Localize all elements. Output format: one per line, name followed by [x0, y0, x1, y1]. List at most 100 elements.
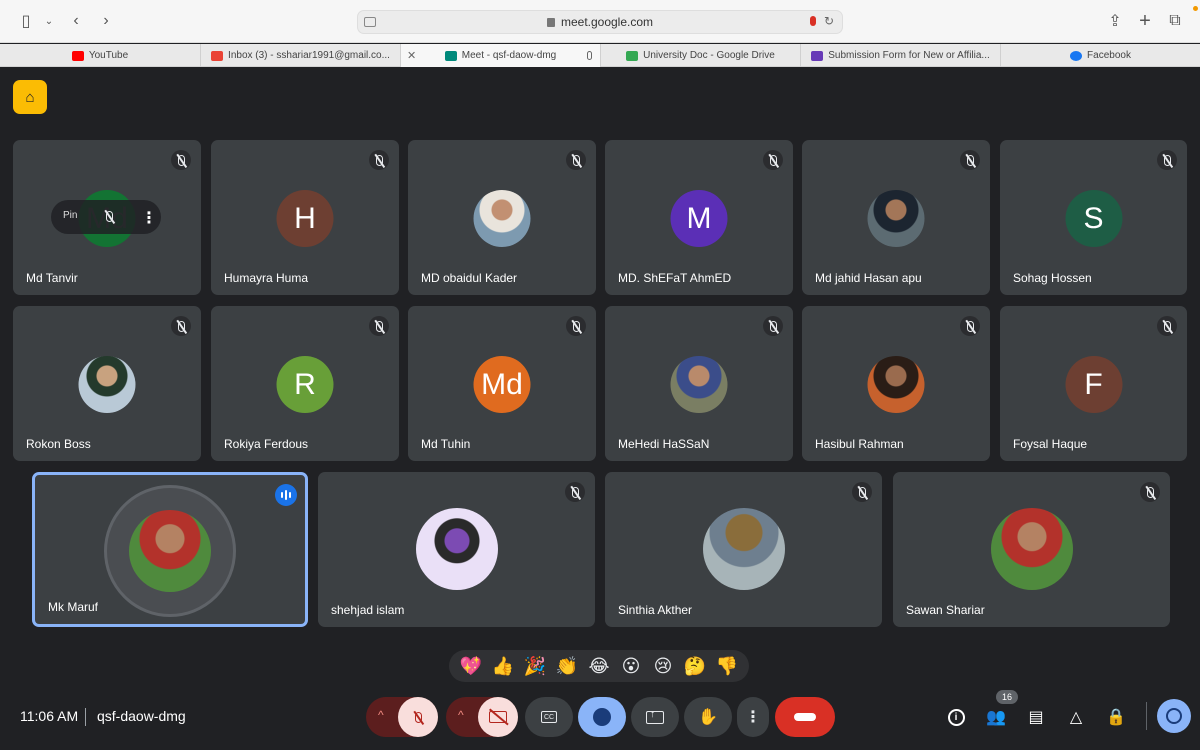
- participant-tile[interactable]: S Sohag Hossen: [1000, 140, 1187, 295]
- more-options-button[interactable]: ⋮: [737, 697, 769, 737]
- participant-name: Rokiya Ferdous: [224, 437, 309, 451]
- muted-mic-icon: [1140, 482, 1160, 502]
- camera-off-button[interactable]: [478, 697, 518, 737]
- tile-hover-controls: Pin ⋮: [51, 200, 161, 234]
- participant-tile[interactable]: Md jahid Hasan apu: [802, 140, 990, 295]
- avatar: Md: [473, 356, 531, 413]
- meeting-clock: 11:06 AM: [20, 708, 79, 724]
- share-icon[interactable]: ⇪: [1104, 10, 1126, 32]
- participant-tile[interactable]: Sawan Shariar: [893, 472, 1170, 627]
- divider: [85, 708, 86, 726]
- host-controls-button[interactable]: 🔒: [1104, 705, 1128, 729]
- emoji-icon: [593, 708, 611, 726]
- muted-mic-icon: [369, 150, 389, 170]
- people-icon: 👥: [986, 709, 1006, 726]
- tab-forms[interactable]: Submission Form for New or Affilia...: [800, 44, 1000, 67]
- participant-tile[interactable]: M MD. ShEFaT AhmED: [605, 140, 793, 295]
- reaction-surprised[interactable]: 😮: [617, 656, 645, 677]
- tab-meet[interactable]: ✕ Meet - qsf-daow-dmg: [400, 44, 600, 67]
- muted-mic-icon: [960, 150, 980, 170]
- mute-participant-icon[interactable]: [106, 211, 113, 222]
- participant-tile[interactable]: shehjad islam: [318, 472, 595, 627]
- participant-name: Sinthia Akther: [618, 603, 693, 617]
- participant-tile[interactable]: Md Md Tuhin: [408, 306, 596, 461]
- reaction-laugh[interactable]: 😂: [585, 656, 613, 677]
- muted-mic-icon: [565, 482, 585, 502]
- participant-name: Sohag Hossen: [1013, 271, 1092, 285]
- raise-hand-button[interactable]: ✋: [684, 697, 732, 737]
- notification-dot: [1193, 6, 1198, 11]
- muted-mic-icon: [960, 316, 980, 336]
- participant-tile[interactable]: MD obaidul Kader: [408, 140, 596, 295]
- reload-icon[interactable]: ↻: [824, 14, 834, 28]
- tab-label: Meet - qsf-daow-dmg: [461, 50, 557, 61]
- audio-options-chevron-icon[interactable]: ^: [378, 708, 384, 722]
- tab-label: University Doc - Google Drive: [643, 50, 775, 61]
- muted-mic-icon: [763, 316, 783, 336]
- pin-button[interactable]: Pin: [63, 210, 77, 221]
- tab-overview-icon[interactable]: ⧉: [1164, 10, 1186, 32]
- back-icon[interactable]: ‹: [65, 10, 87, 32]
- hand-icon: ✋: [698, 709, 718, 726]
- tab-bar: YouTube Inbox (3) - sshariar1991@gmail.c…: [0, 44, 1200, 67]
- activities-button[interactable]: △: [1064, 705, 1088, 729]
- participant-tile[interactable]: Sinthia Akther: [605, 472, 882, 627]
- reaction-thumbs-up[interactable]: 👍: [489, 656, 517, 677]
- reaction-clap[interactable]: 👏: [553, 656, 581, 677]
- send-reaction-button[interactable]: [578, 697, 626, 737]
- door-icon[interactable]: ⌂: [13, 80, 47, 114]
- avatar-photo: [867, 190, 925, 247]
- microphone-in-use-icon[interactable]: [810, 16, 816, 26]
- more-vertical-icon: ⋮: [745, 709, 761, 726]
- leave-call-button[interactable]: [775, 697, 835, 737]
- forward-icon[interactable]: ›: [95, 10, 117, 32]
- reaction-heart[interactable]: 💖: [457, 656, 485, 677]
- muted-mic-icon: [1157, 316, 1177, 336]
- tab-gmail[interactable]: Inbox (3) - sshariar1991@gmail.co...: [200, 44, 400, 67]
- address-bar[interactable]: meet.google.com ↻: [357, 10, 843, 34]
- chevron-down-icon[interactable]: ⌄: [38, 10, 60, 32]
- avatar: S: [1065, 190, 1122, 247]
- avatar-photo: [129, 510, 211, 592]
- lock-person-icon: 🔒: [1106, 709, 1126, 726]
- participant-name: Hasibul Rahman: [815, 437, 904, 451]
- youtube-icon: [71, 50, 84, 61]
- reaction-sad[interactable]: 😢: [649, 656, 677, 677]
- more-options-icon[interactable]: ⋮: [141, 208, 157, 228]
- reactions-bar: 💖 👍 🎉 👏 😂 😮 😢 🤔 👎: [449, 650, 749, 682]
- muted-mic-icon: [852, 482, 872, 502]
- tab-drive[interactable]: University Doc - Google Drive: [600, 44, 800, 67]
- alarm-icon: [1166, 708, 1182, 724]
- reaction-party[interactable]: 🎉: [521, 656, 549, 677]
- video-options-chevron-icon[interactable]: ^: [458, 708, 464, 722]
- participant-tile-speaking[interactable]: Mk Maruf: [32, 472, 308, 627]
- reaction-thinking[interactable]: 🤔: [681, 656, 709, 677]
- people-button[interactable]: 👥: [984, 705, 1008, 729]
- participant-tile[interactable]: F Foysal Haque: [1000, 306, 1187, 461]
- close-tab-icon[interactable]: ✕: [407, 49, 416, 62]
- participant-tile[interactable]: Hasibul Rahman: [802, 306, 990, 461]
- chat-button[interactable]: ▤: [1024, 705, 1048, 729]
- reaction-thumbs-down[interactable]: 👎: [713, 656, 741, 677]
- participant-tile[interactable]: MeHedi HaSSaN: [605, 306, 793, 461]
- participant-tile[interactable]: Md Pin ⋮ Md Tanvir: [13, 140, 201, 295]
- microphone-off-button[interactable]: [398, 697, 438, 737]
- avatar: H: [276, 190, 334, 247]
- muted-mic-icon: [763, 150, 783, 170]
- meeting-details-button[interactable]: i: [944, 705, 968, 729]
- participant-tile[interactable]: R Rokiya Ferdous: [211, 306, 399, 461]
- tab-facebook[interactable]: Facebook: [1000, 44, 1200, 67]
- new-tab-icon[interactable]: +: [1134, 10, 1156, 32]
- avatar-photo: [415, 508, 498, 590]
- timer-button[interactable]: [1157, 699, 1191, 733]
- present-screen-button[interactable]: [631, 697, 679, 737]
- participant-name: MD obaidul Kader: [421, 271, 518, 285]
- speaking-ring: [104, 485, 236, 617]
- participant-tile[interactable]: H Humayra Huma: [211, 140, 399, 295]
- participant-name: MD. ShEFaT AhmED: [618, 271, 732, 285]
- tab-youtube[interactable]: YouTube: [0, 44, 200, 67]
- captions-button[interactable]: CC: [525, 697, 573, 737]
- sidebar-toggle-icon[interactable]: ▯: [15, 10, 37, 32]
- participant-tile[interactable]: Rokon Boss: [13, 306, 201, 461]
- participant-name: Md jahid Hasan apu: [815, 271, 922, 285]
